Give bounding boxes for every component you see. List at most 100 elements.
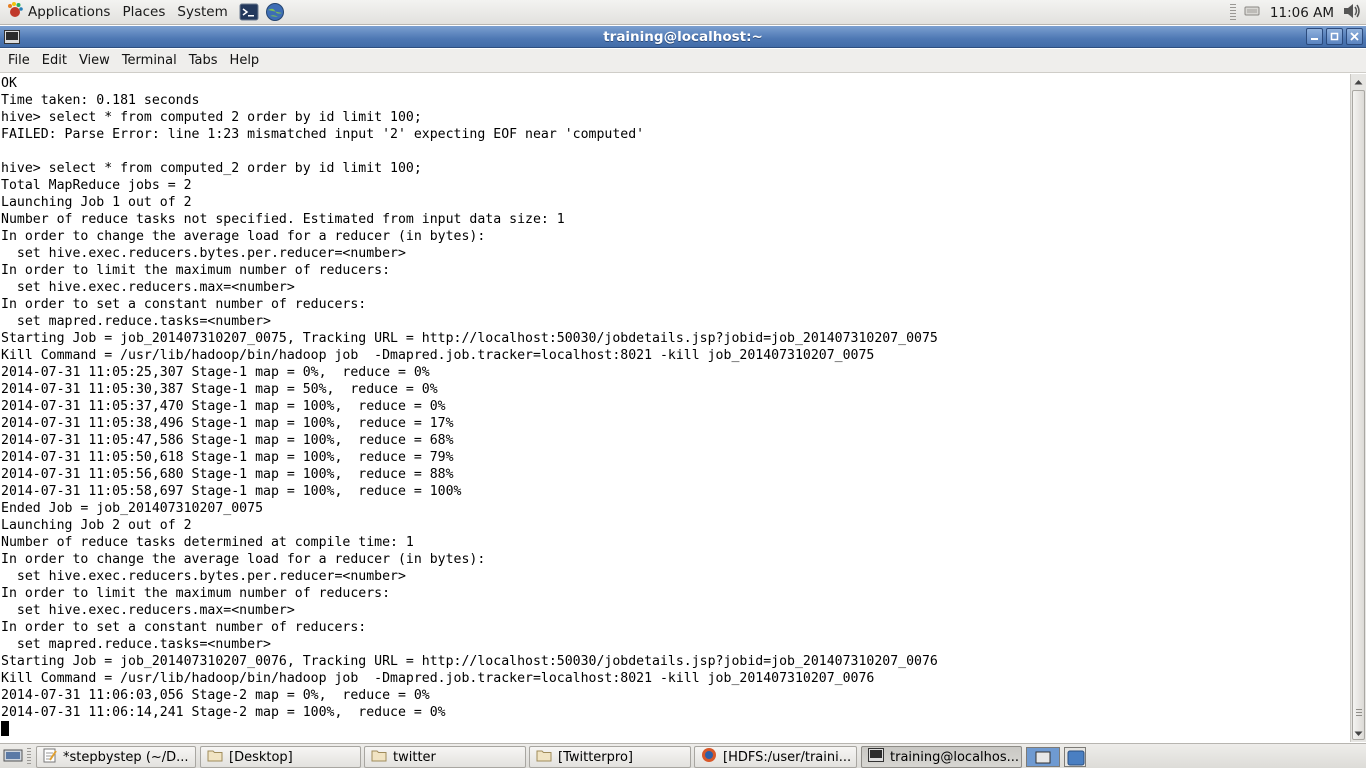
minimize-button[interactable] xyxy=(1306,28,1323,45)
terminal-line: set hive.exec.reducers.bytes.per.reducer… xyxy=(1,569,406,584)
workspace-1[interactable] xyxy=(1026,747,1060,767)
terminal-line: In order to change the average load for … xyxy=(1,552,486,567)
task-twitterpro-label: [Twitterpro] xyxy=(558,749,633,765)
terminal-line: In order to change the average load for … xyxy=(1,229,486,244)
window-title: training@localhost:~ xyxy=(603,29,763,45)
terminal-line: FAILED: Parse Error: line 1:23 mismatche… xyxy=(1,127,645,142)
terminal-line: set mapred.reduce.tasks=<number> xyxy=(1,637,271,652)
terminal-line: Kill Command = /usr/lib/hadoop/bin/hadoo… xyxy=(1,348,875,363)
folder-icon xyxy=(207,749,223,766)
terminal-line: Kill Command = /usr/lib/hadoop/bin/hadoo… xyxy=(1,671,875,686)
terminal-line: In order to limit the maximum number of … xyxy=(1,263,391,278)
terminal-line: 2014-07-31 11:06:14,241 Stage-2 map = 10… xyxy=(1,705,446,720)
close-button[interactable] xyxy=(1346,28,1363,45)
folder-icon xyxy=(536,749,552,766)
menu-view[interactable]: View xyxy=(73,53,116,68)
terminal-line: Time taken: 0.181 seconds xyxy=(1,93,200,108)
firefox-icon xyxy=(701,747,717,767)
scrollbar-thumb[interactable] xyxy=(1352,90,1365,740)
terminal-line: OK xyxy=(1,76,17,91)
terminal-line: Total MapReduce jobs = 2 xyxy=(1,178,192,193)
terminal-line: 2014-07-31 11:05:56,680 Stage-1 map = 10… xyxy=(1,467,454,482)
task-stepbystep-label: *stepbystep (~/D... xyxy=(63,749,189,765)
scroll-down-arrow-icon[interactable] xyxy=(1351,726,1366,741)
applications-menu[interactable]: Applications xyxy=(0,0,116,25)
system-menu[interactable]: System xyxy=(171,0,233,25)
terminal-line: set hive.exec.reducers.max=<number> xyxy=(1,280,295,295)
terminal-output[interactable]: OK Time taken: 0.181 seconds hive> select … xyxy=(0,74,1350,742)
top-panel: Applications Places System 11:06 AM xyxy=(0,0,1366,25)
terminal-line: In order to limit the maximum number of … xyxy=(1,586,391,601)
maximize-button[interactable] xyxy=(1326,28,1343,45)
bottom-taskbar: *stepbystep (~/D... [Desktop] twitter [T… xyxy=(0,743,1366,768)
task-terminal-label: training@localhos... xyxy=(890,749,1020,765)
terminal-launcher-icon[interactable] xyxy=(238,2,260,22)
gnome-foot-icon xyxy=(6,1,24,23)
terminal-line: 2014-07-31 11:05:50,618 Stage-1 map = 10… xyxy=(1,450,454,465)
task-hdfs-browser[interactable]: [HDFS:/user/traini... xyxy=(694,746,857,768)
terminal-line: In order to set a constant number of red… xyxy=(1,620,367,635)
terminal-line: 2014-07-31 11:05:30,387 Stage-1 map = 50… xyxy=(1,382,438,397)
task-stepbystep[interactable]: *stepbystep (~/D... xyxy=(36,746,196,768)
terminal-line: 2014-07-31 11:05:37,470 Stage-1 map = 10… xyxy=(1,399,446,414)
vertical-scrollbar[interactable] xyxy=(1350,74,1366,742)
terminal-line: In order to set a constant number of red… xyxy=(1,297,367,312)
places-menu-label: Places xyxy=(122,4,166,20)
task-twitterpro[interactable]: [Twitterpro] xyxy=(529,746,691,768)
text-editor-icon xyxy=(43,748,57,767)
system-menu-label: System xyxy=(177,4,228,20)
menu-terminal[interactable]: Terminal xyxy=(116,53,183,68)
terminal-line: Starting Job = job_201407310207_0076, Tr… xyxy=(1,654,938,669)
task-hdfs-browser-label: [HDFS:/user/traini... xyxy=(723,749,852,765)
menu-help[interactable]: Help xyxy=(224,53,266,68)
show-desktop-icon[interactable] xyxy=(3,748,23,768)
task-desktop-label: [Desktop] xyxy=(229,749,293,765)
tray-handle xyxy=(1229,3,1236,22)
terminal-line: Launching Job 1 out of 2 xyxy=(1,195,192,210)
clock[interactable]: 11:06 AM xyxy=(1270,5,1334,21)
workspace-2-icon xyxy=(1067,750,1085,766)
terminal-cursor-line xyxy=(1,721,938,738)
terminal-icon xyxy=(868,748,884,766)
terminal-line: 2014-07-31 11:05:58,697 Stage-1 map = 10… xyxy=(1,484,462,499)
places-menu[interactable]: Places xyxy=(116,0,171,25)
terminal-line: Starting Job = job_201407310207_0075, Tr… xyxy=(1,331,938,346)
network-icon[interactable] xyxy=(1244,4,1260,22)
terminal-line: set hive.exec.reducers.bytes.per.reducer… xyxy=(1,246,406,261)
terminal-line: hive> select * from computed_2 order by … xyxy=(1,161,422,176)
terminal-line: 2014-07-31 11:06:03,056 Stage-2 map = 0%… xyxy=(1,688,430,703)
web-browser-launcher-icon[interactable] xyxy=(264,2,286,22)
taskbar-handle xyxy=(27,748,31,766)
terminal-line: set mapred.reduce.tasks=<number> xyxy=(1,314,271,329)
task-terminal[interactable]: training@localhos... xyxy=(861,746,1022,768)
terminal-line: hive> select * from computed 2 order by … xyxy=(1,110,422,125)
terminal-line: Number of reduce tasks not specified. Es… xyxy=(1,212,565,227)
task-twitter-label: twitter xyxy=(393,749,436,765)
terminal-cursor xyxy=(1,721,9,736)
window-titlebar[interactable]: training@localhost:~ xyxy=(0,26,1366,48)
menu-file[interactable]: File xyxy=(2,53,36,68)
workspace-2[interactable] xyxy=(1064,747,1086,767)
terminal-line: Launching Job 2 out of 2 xyxy=(1,518,192,533)
terminal-line: Ended Job = job_201407310207_0075 xyxy=(1,501,264,516)
terminal-line: 2014-07-31 11:05:47,586 Stage-1 map = 10… xyxy=(1,433,454,448)
scrollbar-grip xyxy=(1356,709,1362,717)
terminal-line: 2014-07-31 11:05:25,307 Stage-1 map = 0%… xyxy=(1,365,430,380)
close-icon xyxy=(1350,29,1359,45)
folder-icon xyxy=(371,749,387,766)
minimize-icon xyxy=(1310,29,1319,45)
task-desktop[interactable]: [Desktop] xyxy=(200,746,361,768)
terminal-line: Number of reduce tasks determined at com… xyxy=(1,535,414,550)
terminal-line: set hive.exec.reducers.max=<number> xyxy=(1,603,295,618)
maximize-icon xyxy=(1330,29,1339,45)
workspace-window-icon xyxy=(1035,751,1051,764)
task-twitter[interactable]: twitter xyxy=(364,746,526,768)
terminal-menubar: File Edit View Terminal Tabs Help xyxy=(0,49,1366,73)
scroll-up-arrow-icon[interactable] xyxy=(1351,74,1366,89)
volume-icon[interactable] xyxy=(1342,2,1362,24)
menu-edit[interactable]: Edit xyxy=(36,53,73,68)
menu-tabs[interactable]: Tabs xyxy=(183,53,224,68)
applications-menu-label: Applications xyxy=(28,4,111,20)
terminal-line: 2014-07-31 11:05:38,496 Stage-1 map = 10… xyxy=(1,416,454,431)
